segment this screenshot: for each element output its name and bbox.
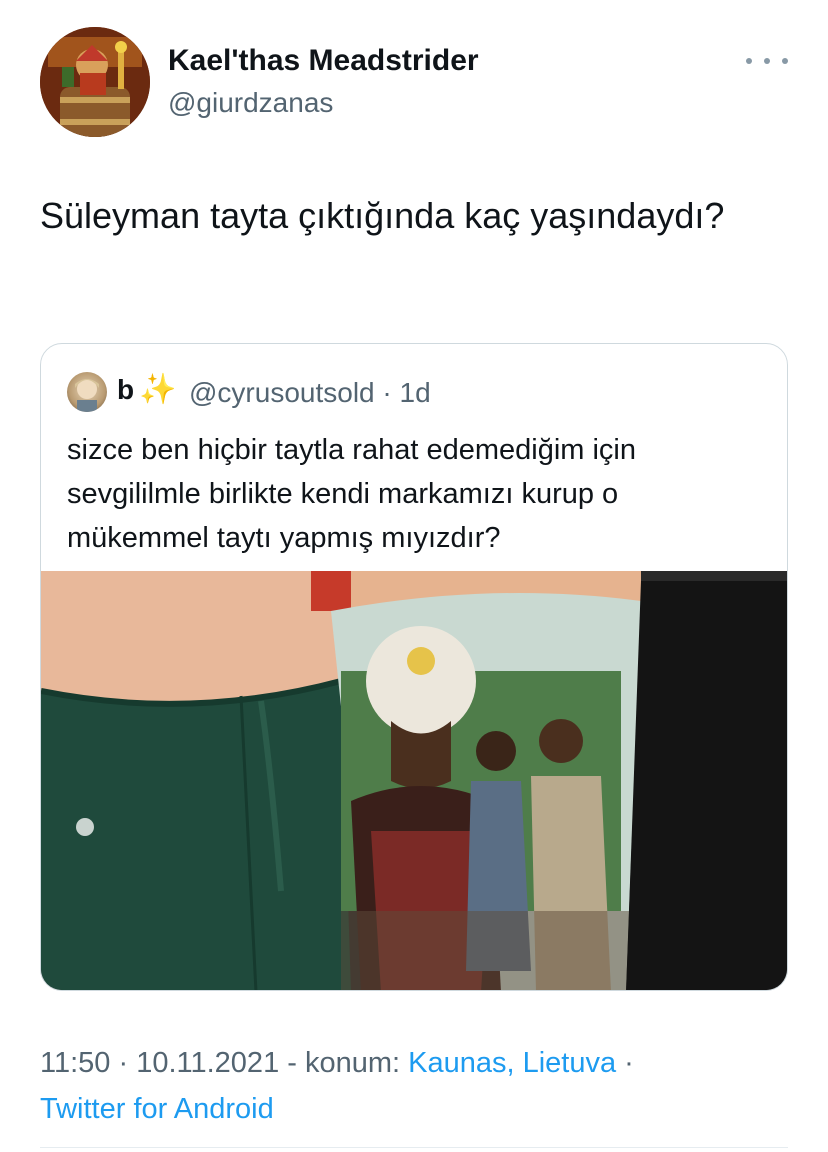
location-link[interactable]: Kaunas, Lietuva	[408, 1047, 616, 1079]
author-avatar[interactable]	[40, 27, 150, 137]
leggings-photo	[41, 571, 787, 990]
dot-icon	[764, 58, 770, 64]
avatar-illustration	[40, 27, 150, 137]
dot-icon	[746, 58, 752, 64]
quoted-tweet-text: sizce ben hiçbir taytla rahat edemediğim…	[67, 434, 636, 554]
tweet-meta: 11:50 · 10.11.2021 - konum: Kaunas, Liet…	[40, 1040, 800, 1132]
quoted-author-avatar[interactable]	[67, 372, 107, 412]
tweet-time[interactable]: 11:50	[40, 1047, 110, 1079]
client-link[interactable]: Twitter for Android	[40, 1093, 274, 1125]
author-handle[interactable]: @giurdzanas	[168, 87, 333, 119]
quoted-tweet-header: b ✨ @cyrusoutsold · 1d	[67, 372, 767, 412]
quoted-avatar-illustration	[75, 379, 99, 412]
tweet-header: Kael'thas Meadstrider @giurdzanas	[40, 27, 800, 137]
sparkles-icon: ✨	[139, 373, 177, 406]
quoted-tweet-photo[interactable]	[41, 571, 787, 990]
tweet-date[interactable]: 10.11.2021	[136, 1047, 279, 1079]
quoted-author-name[interactable]: b	[117, 374, 134, 406]
meta-separator: ·	[110, 1047, 137, 1079]
location-prefix: - konum:	[279, 1047, 409, 1079]
tweet-text: Süleyman tayta çıktığında kaç yaşındaydı…	[40, 195, 725, 236]
quoted-tweet[interactable]: b ✨ @cyrusoutsold · 1d sizce ben hiçbir …	[40, 343, 788, 991]
quoted-handle-time[interactable]: @cyrusoutsold · 1d	[189, 377, 431, 409]
author-name[interactable]: Kael'thas Meadstrider	[168, 44, 479, 78]
divider	[40, 1147, 788, 1148]
meta-separator: ·	[616, 1047, 634, 1079]
more-options-icon[interactable]	[746, 47, 788, 75]
dot-icon	[782, 58, 788, 64]
